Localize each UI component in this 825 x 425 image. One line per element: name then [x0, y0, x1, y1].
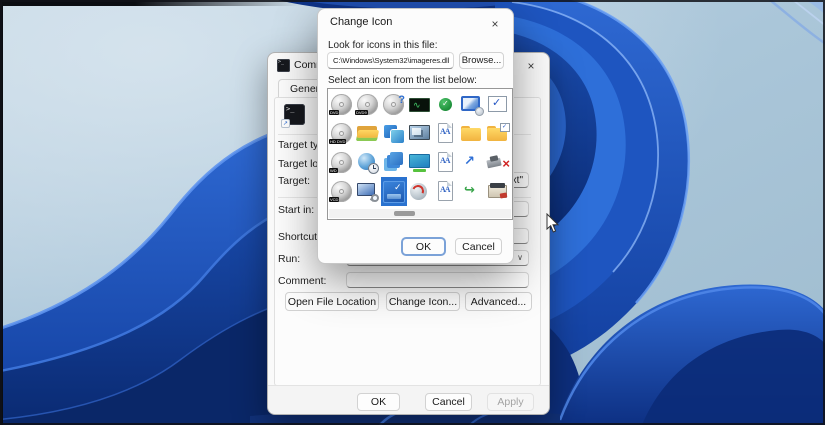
icon-cell-monitor-icon[interactable]: [407, 148, 433, 177]
start-in-label: Start in:: [278, 204, 314, 216]
folder-check-icon: [487, 123, 509, 145]
browse-button[interactable]: Browse...: [459, 52, 504, 69]
folder-icon: [461, 123, 483, 145]
vcd-disc-icon: VCD: [331, 181, 353, 203]
change-icon-dialog: Change Icon × Look for icons in this fil…: [317, 8, 514, 264]
icon-file-path-input[interactable]: C:\Windows\System32\imageres.dll: [327, 52, 454, 69]
properties-cancel-button[interactable]: Cancel: [425, 393, 472, 411]
change-icon-button[interactable]: Change Icon...: [386, 292, 460, 311]
run-label: Run:: [278, 253, 300, 265]
wd-disc-icon: WD: [331, 152, 353, 174]
screensaver-icon: [409, 123, 431, 145]
shortcut-arrow-overlay-icon: ↗: [281, 119, 290, 128]
cd-question-icon: ?: [383, 94, 405, 116]
comment-label: Comment:: [278, 275, 326, 287]
icon-cell-globe-icon[interactable]: [407, 177, 433, 206]
change-icon-ok-button[interactable]: OK: [402, 238, 445, 255]
icon-cell-display-personalization-icon[interactable]: [459, 90, 485, 119]
search-computer-icon: [357, 181, 379, 203]
icon-cell-network-sync-icon[interactable]: [381, 119, 407, 148]
icon-cell-shortcut-arrow-blue-icon[interactable]: ↗: [459, 148, 485, 177]
screenshot-edge-left: [0, 0, 3, 425]
font-file-icon: AA: [435, 123, 457, 145]
shortcut-icon: >_ ↗: [284, 104, 305, 125]
select-icon-label: Select an icon from the list below:: [328, 75, 477, 86]
properties-close-button[interactable]: ×: [521, 56, 541, 76]
icon-cell-font-file-icon-3[interactable]: AA: [433, 177, 459, 206]
icon-cell-font-file-icon[interactable]: AA: [433, 119, 459, 148]
remove-device-icon: ×: [487, 152, 509, 174]
icon-cell-wd-disc-icon[interactable]: WD: [329, 148, 355, 177]
change-icon-cancel-button[interactable]: Cancel: [455, 238, 502, 255]
icon-cell-folder-check-icon[interactable]: [485, 119, 511, 148]
shortcut-arrow-blue-icon: ↗: [461, 152, 483, 174]
globe-clock-icon: [357, 152, 379, 174]
icon-cell-dvd-disc-icon[interactable]: DVD: [329, 90, 355, 119]
icon-cell-remove-device-icon[interactable]: ×: [485, 148, 511, 177]
icon-cell-search-computer-icon[interactable]: [355, 177, 381, 206]
network-sync-icon: [383, 123, 405, 145]
shortcut-arrow-green-icon: ↪: [461, 181, 483, 203]
screenshot-edge-top: [0, 0, 300, 6]
globe-icon: [409, 181, 431, 203]
hd-dvd-disc-icon: HD DVD: [331, 123, 353, 145]
icon-cell-shortcut-arrow-green-icon[interactable]: ↪: [459, 177, 485, 206]
open-file-location-button[interactable]: Open File Location: [285, 292, 379, 311]
dvd-disc-icon: DVD: [331, 94, 353, 116]
icon-cell-dvd9-disc-icon[interactable]: DVD9: [355, 90, 381, 119]
properties-ok-button[interactable]: OK: [357, 393, 400, 411]
change-icon-title: Change Icon: [330, 16, 392, 28]
target-label: Target:: [278, 175, 310, 187]
icon-cell-green-check-circle-icon[interactable]: ✓: [433, 90, 459, 119]
font-file-icon-2: AA: [435, 152, 457, 174]
advanced-button[interactable]: Advanced...: [465, 292, 532, 311]
performance-monitor-icon: ∿: [409, 94, 431, 116]
icon-cell-hd-dvd-disc-icon[interactable]: HD DVD: [329, 119, 355, 148]
icon-cell-fax-icon[interactable]: [485, 177, 511, 206]
blue-checkmark-icon: ✓: [487, 94, 509, 116]
command-prompt-icon-small: >_: [277, 59, 290, 72]
icon-cell-vcd-disc-icon[interactable]: VCD: [329, 177, 355, 206]
comment-input[interactable]: [346, 272, 529, 288]
change-icon-close-button[interactable]: ×: [485, 14, 505, 34]
display-personalization-icon: [461, 94, 483, 116]
fax-icon: [487, 181, 509, 203]
stacked-frames-icon: [383, 152, 405, 174]
change-icon-titlebar[interactable]: Change Icon ×: [318, 9, 513, 33]
icon-cell-globe-clock-icon[interactable]: [355, 148, 381, 177]
chevron-down-icon: ∨: [517, 253, 523, 262]
icon-cell-font-file-icon-2[interactable]: AA: [433, 148, 459, 177]
open-folder-icon: [357, 123, 379, 145]
green-check-circle-icon: ✓: [435, 94, 457, 116]
icon-cell-stacked-frames-icon[interactable]: [381, 148, 407, 177]
icon-cell-blue-checkmark-icon[interactable]: ✓: [485, 90, 511, 119]
icon-grid[interactable]: DVDDVD9?∿✓✓HD DVDAAWDAA↗×VCD✓AA↪: [327, 88, 513, 220]
icon-cell-open-folder-icon[interactable]: [355, 119, 381, 148]
icon-grid-hscrollbar[interactable]: [329, 209, 511, 218]
hscrollbar-thumb[interactable]: [394, 211, 415, 216]
dvd9-disc-icon: DVD9: [357, 94, 379, 116]
icon-cell-monitor-check-icon[interactable]: ✓: [381, 177, 407, 206]
desktop: >_ Command Prompt Properties × General >…: [0, 0, 825, 425]
properties-apply-button[interactable]: Apply: [487, 393, 534, 411]
icon-cell-cd-question-icon[interactable]: ?: [381, 90, 407, 119]
monitor-check-icon: ✓: [383, 181, 405, 203]
icon-cell-screensaver-icon[interactable]: [407, 119, 433, 148]
icon-cell-performance-monitor-icon[interactable]: ∿: [407, 90, 433, 119]
monitor-icon: [409, 152, 431, 174]
icon-cell-folder-icon[interactable]: [459, 119, 485, 148]
look-for-icons-label: Look for icons in this file:: [328, 40, 438, 51]
font-file-icon-3: AA: [435, 181, 457, 203]
